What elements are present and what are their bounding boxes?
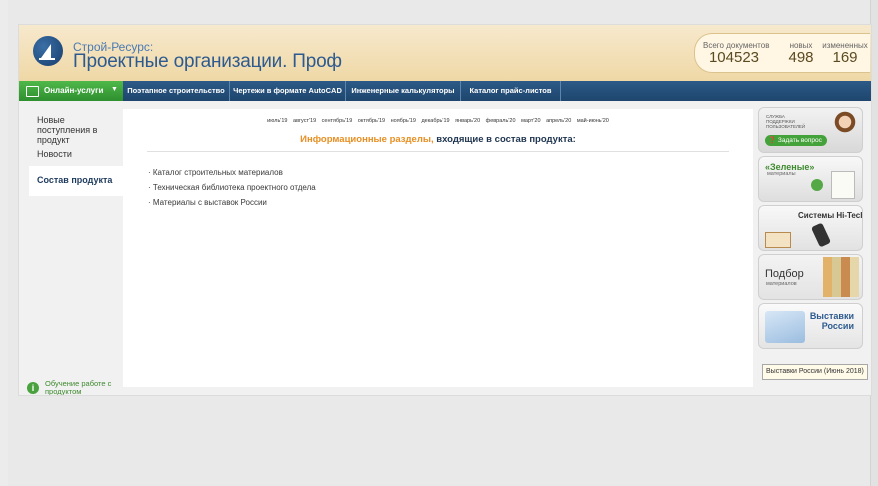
logo-icon[interactable] [33, 36, 63, 66]
month-link[interactable]: декабрь'19 [421, 118, 449, 124]
support-label: СЛУЖБА ПОДДЕРЖКИ ПОЛЬЗОВАТЕЛЕЙ [766, 114, 806, 129]
expo-banner[interactable]: Выставки России [758, 303, 863, 349]
month-link[interactable]: январь'20 [455, 118, 480, 124]
hitech-banner[interactable]: Системы Hi-Tech [758, 205, 863, 251]
month-link[interactable]: февраль'20 [486, 118, 516, 124]
stat-changed-value: 169 [832, 49, 858, 66]
support-banner[interactable]: СЛУЖБА ПОДДЕРЖКИ ПОЛЬЗОВАТЕЛЕЙ ❓ Задать … [758, 107, 863, 153]
phone-icon [810, 222, 832, 248]
month-link[interactable]: апрель'20 [546, 118, 571, 124]
section-title: Информационные разделы, входящие в соста… [123, 134, 753, 145]
material-selection-title: Подбор [765, 268, 804, 280]
list-item-label: Материалы с выставок России [152, 198, 267, 207]
house-icon [765, 232, 791, 248]
nav-online-services-label: Онлайн-услуги [44, 86, 104, 95]
app-window: Строй-Ресурс: Проектные организации. Про… [18, 24, 872, 396]
list-item[interactable]: · Материалы с выставок России [148, 195, 316, 210]
sidebar-item-product-content[interactable]: Состав продукта [29, 166, 123, 196]
hitech-title: Системы Hi-Tech [798, 211, 863, 220]
stat-new: новых 498 [781, 34, 821, 66]
brand-title: Проектные организации. Проф [73, 51, 342, 72]
month-link[interactable]: ноябрь'19 [391, 118, 416, 124]
nav-item-calculators[interactable]: Инженерные калькуляторы [346, 81, 461, 101]
sidebar-item-product-content-label: Состав продукта [37, 175, 113, 185]
expo-title-1: Выставки [809, 311, 854, 321]
stat-new-value: 498 [788, 49, 814, 66]
list-item[interactable]: · Техническая библиотека проектного отде… [148, 180, 316, 195]
month-link[interactable]: июль'19 [267, 118, 287, 124]
month-link[interactable]: октябрь'19 [358, 118, 385, 124]
monitor-icon [26, 86, 39, 97]
nav-item-autocad[interactable]: Чертежи в формате AutoCAD [230, 81, 346, 101]
promo-column: СЛУЖБА ПОДДЕРЖКИ ПОЛЬЗОВАТЕЛЕЙ ❓ Задать … [758, 107, 863, 377]
sidebar: Новые поступления в продукт Новости Сост… [19, 101, 123, 395]
green-materials-sub: материалы [767, 171, 796, 177]
section-title-highlight: Информационные разделы, [300, 134, 434, 145]
tree-icon [811, 179, 823, 191]
list-item[interactable]: · Каталог строительных материалов [148, 165, 316, 180]
divider [147, 151, 729, 152]
document-stats: Всего документов 104523 новых 498 измене… [694, 33, 870, 73]
list-item-label: Каталог строительных материалов [152, 168, 283, 177]
list-item-label: Техническая библиотека проектного отдела [152, 183, 316, 192]
section-list: · Каталог строительных материалов · Техн… [148, 165, 316, 210]
month-link[interactable]: март'20 [521, 118, 540, 124]
operator-image [831, 110, 859, 150]
sidebar-item-news[interactable]: Новости [37, 149, 72, 159]
material-selection-banner[interactable]: Подбор материалов [758, 254, 863, 300]
help-link[interactable]: Обучение работе с продуктом [45, 380, 117, 396]
header: Строй-Ресурс: Проектные организации. Про… [19, 25, 871, 82]
materials-stack-image [823, 257, 859, 297]
sidebar-item-new-arrivals[interactable]: Новые поступления в продукт [37, 115, 117, 145]
ask-question-button[interactable]: ❓ Задать вопрос [765, 135, 827, 146]
main-nav: Онлайн-услуги ▼ Поэтапное строительство … [19, 81, 871, 101]
material-selection-sub: материалов [766, 281, 797, 287]
ask-question-label: Задать вопрос [777, 137, 822, 144]
month-link[interactable]: сентябрь'19 [322, 118, 353, 124]
stat-changed: измененных 169 [821, 34, 869, 66]
info-icon[interactable]: i [27, 382, 39, 394]
stat-total: Всего документов 104523 [703, 34, 769, 66]
month-link[interactable]: май-июнь'20 [577, 118, 609, 124]
window-left-edge [0, 0, 8, 486]
green-materials-banner[interactable]: «Зеленые» материалы [758, 156, 863, 202]
month-link[interactable]: август'19 [293, 118, 316, 124]
expo-title-2: России [821, 321, 854, 331]
month-links: июль'19 август'19 сентябрь'19 октябрь'19… [123, 118, 753, 124]
nav-item-price-lists[interactable]: Каталог прайс-листов [461, 81, 561, 101]
tooltip: Выставки России (Июнь 2018) [762, 364, 868, 380]
stat-total-value: 104523 [708, 49, 760, 66]
nav-item-stages[interactable]: Поэтапное строительство [123, 81, 230, 101]
main-content: июль'19 август'19 сентябрь'19 октябрь'19… [123, 109, 753, 387]
chevron-down-icon: ▼ [111, 86, 118, 93]
house-icon [831, 171, 855, 199]
section-title-rest: входящие в состав продукта: [436, 134, 576, 145]
nav-online-services[interactable]: Онлайн-услуги ▼ [19, 81, 123, 101]
